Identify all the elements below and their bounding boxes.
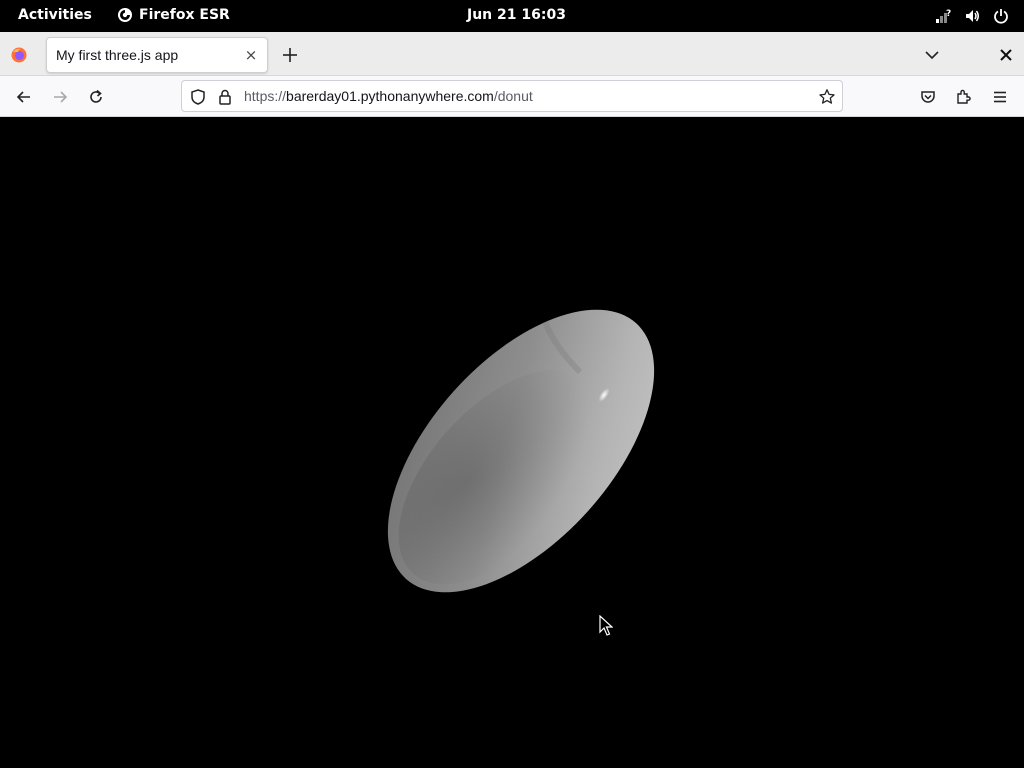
hamburger-menu-icon[interactable] [989, 86, 1011, 108]
reload-icon[interactable] [85, 86, 107, 108]
mouse-cursor-icon [599, 615, 613, 636]
lock-icon[interactable] [216, 88, 234, 106]
network-icon[interactable]: ? [934, 7, 952, 25]
system-tray[interactable]: ? [934, 7, 1010, 25]
svg-text:?: ? [946, 9, 951, 19]
tab-title: My first three.js app [56, 47, 179, 63]
pocket-icon[interactable] [917, 86, 939, 108]
tab-active[interactable]: My first three.js app × [46, 37, 268, 73]
firefox-app-icon [118, 8, 132, 22]
webgl-canvas[interactable] [0, 117, 1024, 768]
url-path: /donut [493, 88, 533, 104]
url-host: barerday01.pythonanywhere.com [286, 88, 494, 104]
power-icon[interactable] [992, 7, 1010, 25]
volume-icon[interactable] [963, 7, 981, 25]
activities-button[interactable]: Activities [18, 7, 92, 23]
navigation-toolbar: https://barerday01.pythonanywhere.com/do… [0, 76, 1024, 117]
tracking-protection-icon[interactable] [189, 88, 207, 106]
extensions-icon[interactable] [953, 86, 975, 108]
threejs-scene [387, 309, 655, 593]
app-menu[interactable]: Firefox ESR [117, 7, 230, 23]
new-tab-icon[interactable] [279, 44, 301, 66]
clock[interactable]: Jun 21 16:03 [467, 7, 566, 23]
url-text[interactable]: https://barerday01.pythonanywhere.com/do… [244, 88, 533, 104]
tab-close-icon[interactable]: × [242, 46, 260, 64]
tab-strip: My first three.js app × [0, 32, 1024, 76]
firefox-view-icon[interactable] [10, 46, 28, 64]
url-prefix: https:// [244, 88, 287, 104]
list-all-tabs-icon[interactable] [922, 45, 942, 65]
window-close-icon[interactable] [996, 45, 1016, 65]
app-name: Firefox ESR [139, 7, 230, 23]
address-bar[interactable]: https://barerday01.pythonanywhere.com/do… [181, 80, 843, 112]
back-arrow-icon[interactable] [13, 86, 35, 108]
bookmark-star-icon[interactable] [818, 88, 836, 106]
gnome-top-bar: Activities Firefox ESR Jun 21 16:03 ? [0, 0, 1024, 32]
forward-arrow-icon[interactable] [49, 86, 71, 108]
torus-mesh [387, 309, 655, 593]
